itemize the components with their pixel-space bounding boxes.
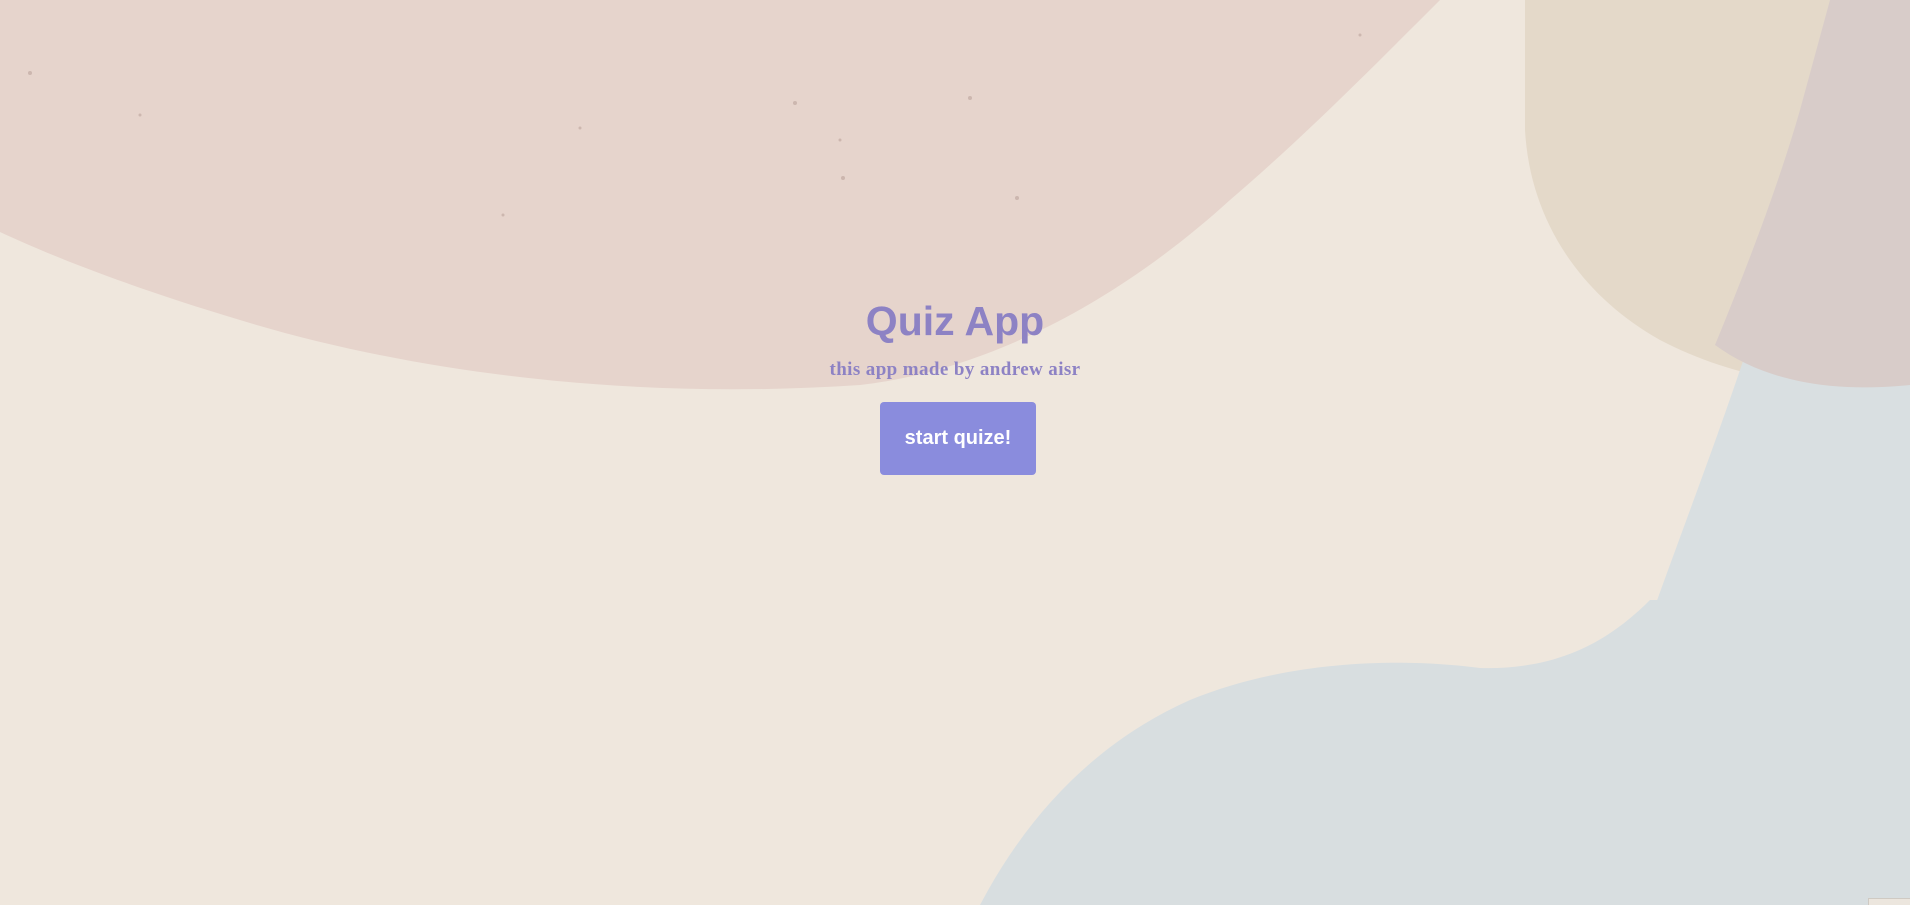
page-subtitle: this app made by andrew aisr xyxy=(829,359,1081,380)
page-title: Quiz App xyxy=(865,298,1045,344)
start-quiz-button[interactable]: start quize! xyxy=(880,402,1036,475)
corner-widget xyxy=(1868,898,1910,905)
